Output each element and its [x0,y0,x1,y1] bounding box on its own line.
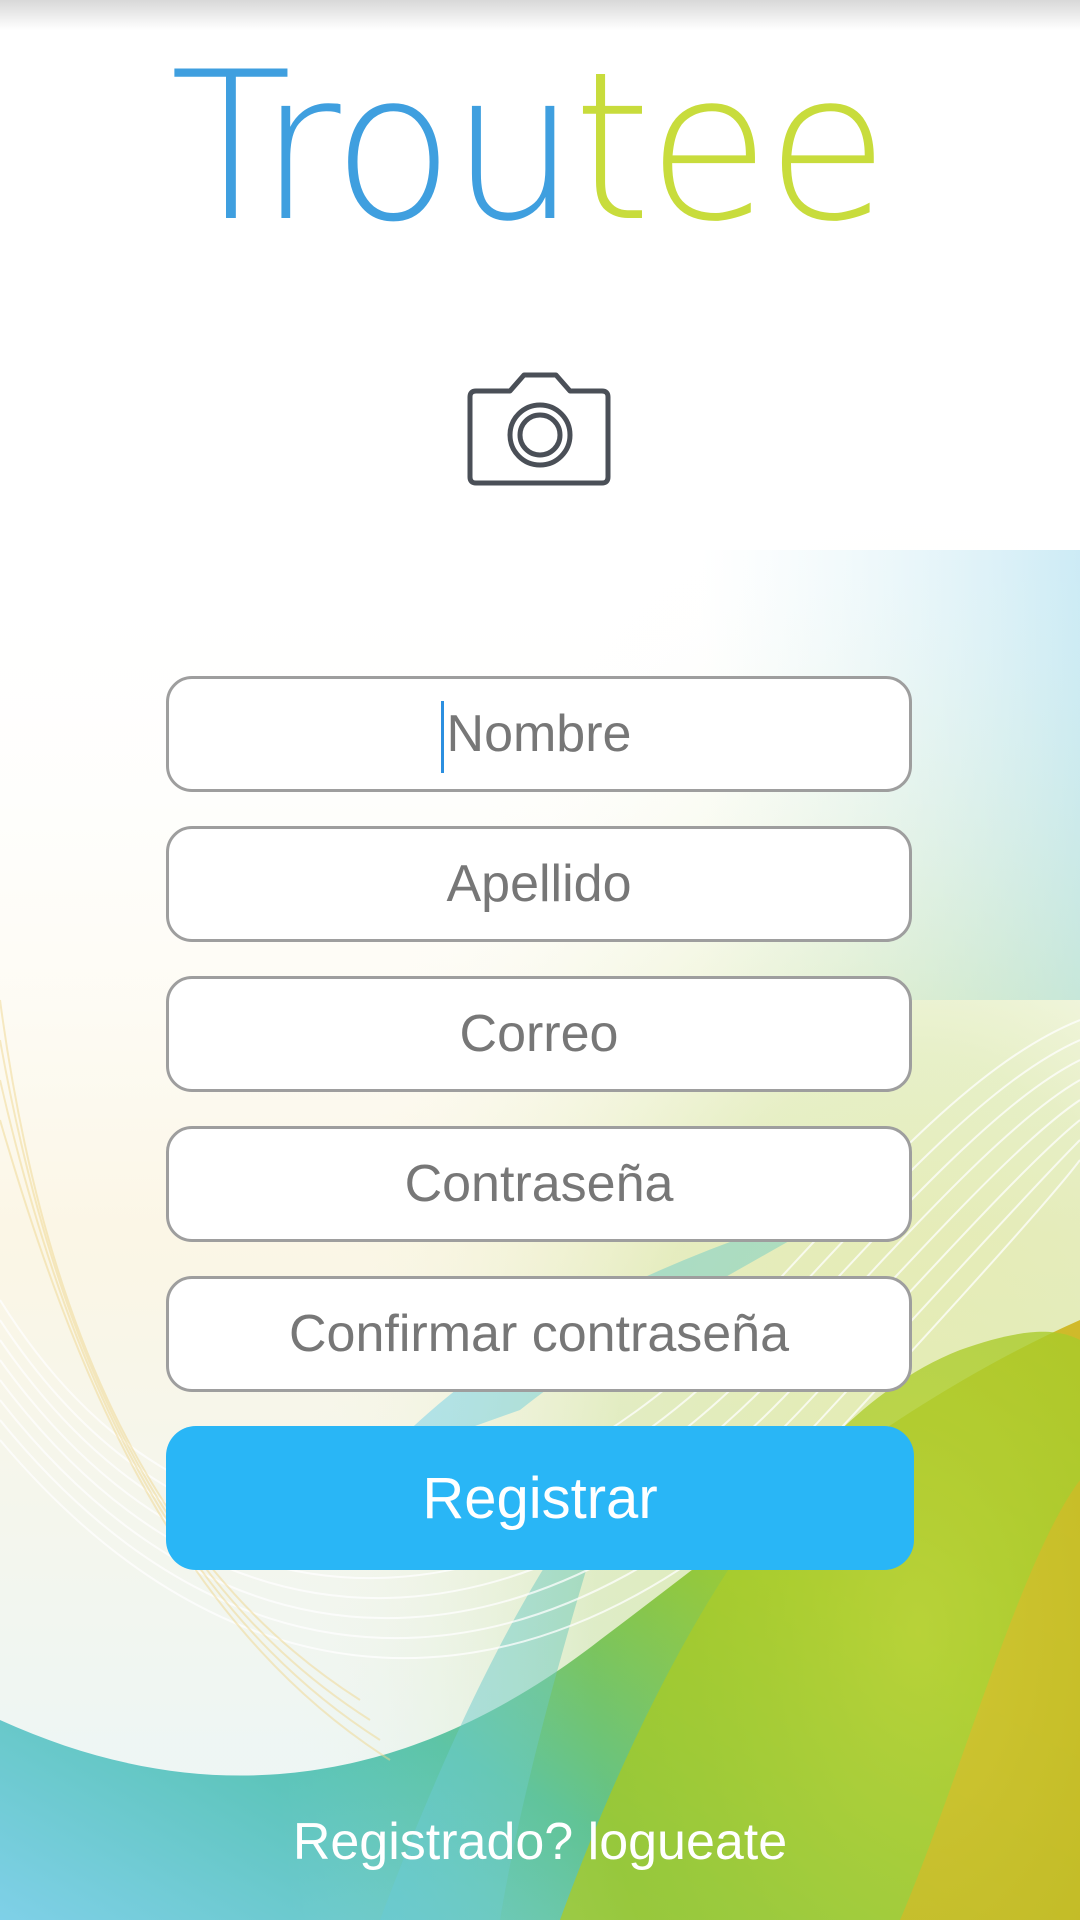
password-input[interactable] [169,1128,909,1240]
background-art [0,0,1080,1920]
logo-part-blue: Trou [170,48,573,248]
first-name-input[interactable] [169,678,909,790]
password-field[interactable] [166,1126,912,1242]
troutee-logo: Troutee [170,48,889,248]
last-name-input[interactable] [169,828,909,940]
confirm-password-input[interactable] [169,1278,909,1390]
text-cursor [441,701,444,773]
email-input[interactable] [169,978,909,1090]
last-name-field[interactable] [166,826,912,942]
confirm-password-field[interactable] [166,1276,912,1392]
register-screen: Troutee Registrar Registrado? logueate [0,0,1080,1920]
logo-part-green: tee [573,48,885,248]
first-name-field[interactable] [166,676,912,792]
add-photo-button[interactable] [460,365,620,495]
register-button[interactable]: Registrar [166,1426,914,1570]
login-link[interactable]: Registrado? logueate [0,1812,1080,1872]
camera-icon [467,372,611,486]
status-shadow [0,0,1080,30]
email-field[interactable] [166,976,912,1092]
svg-text:Troutee: Troutee [170,48,885,248]
